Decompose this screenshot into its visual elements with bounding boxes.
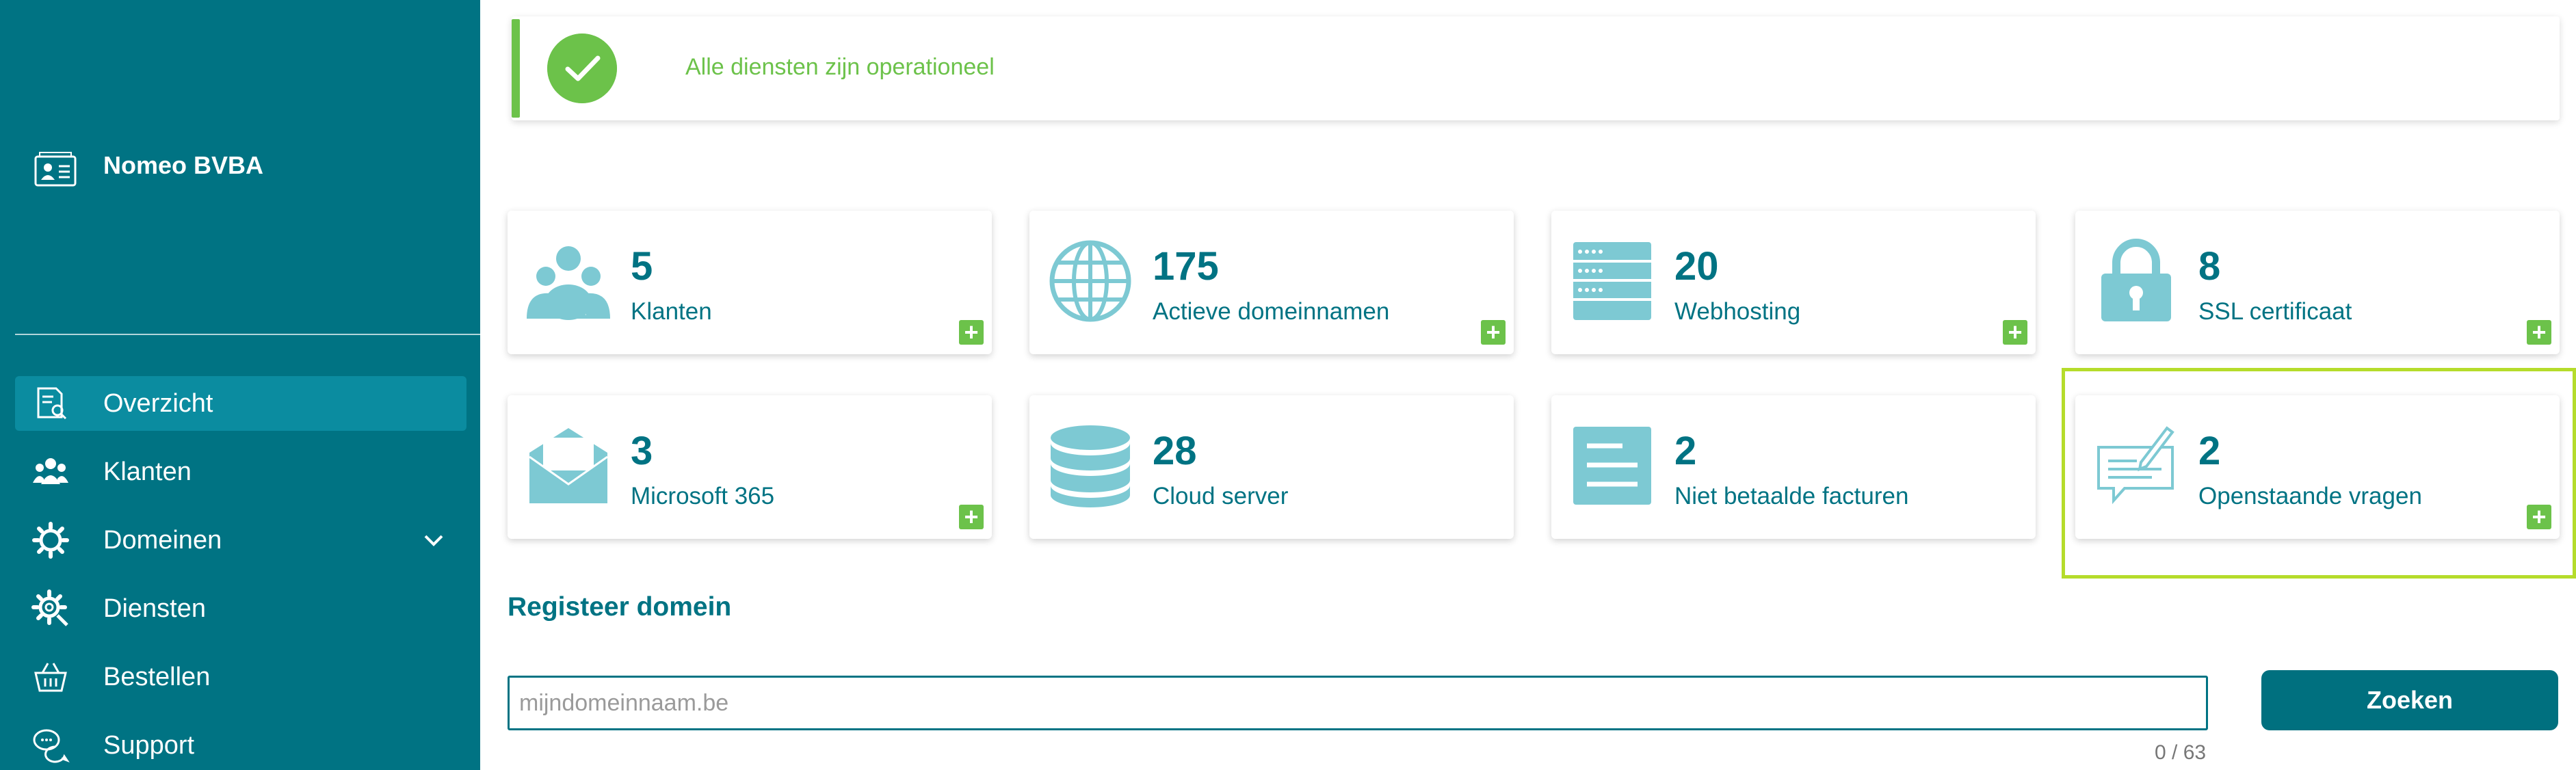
status-accent-bar — [512, 19, 520, 118]
sidebar-item-label: Diensten — [103, 594, 206, 623]
card-ssl[interactable]: 8 SSL certificaat + — [2075, 211, 2560, 354]
card-label: Microsoft 365 — [631, 483, 775, 509]
sidebar-item-label: Domeinen — [103, 525, 222, 555]
chat-bubbles-icon — [33, 729, 70, 763]
contact-card-icon — [34, 152, 77, 187]
register-domain-title: Registeer domein — [508, 592, 732, 622]
check-circle-icon — [547, 34, 617, 103]
sidebar-nav: Overzicht Klanten Domeinen Diensten Best… — [15, 376, 466, 770]
card-domeinnamen[interactable]: 175 Actieve domeinnamen + — [1029, 211, 1514, 354]
overview-document-icon — [37, 387, 67, 420]
card-label: Actieve domeinnamen — [1153, 298, 1390, 325]
users-icon — [33, 458, 68, 484]
basket-icon — [34, 663, 67, 692]
padlock-icon — [2101, 239, 2171, 321]
add-button[interactable]: + — [959, 320, 984, 345]
card-count: 175 — [1153, 244, 1219, 289]
card-niet-betaalde-facturen[interactable]: 2 Niet betaalde facturen — [1551, 395, 2036, 539]
sidebar-item-support[interactable]: Support — [15, 718, 466, 770]
card-label: Klanten — [631, 298, 712, 325]
server-rack-icon — [1573, 242, 1651, 320]
sidebar-item-klanten[interactable]: Klanten — [15, 444, 466, 499]
card-klanten[interactable]: 5 Klanten + — [508, 211, 992, 354]
sidebar-item-label: Bestellen — [103, 662, 211, 691]
card-label: Cloud server — [1153, 483, 1289, 509]
database-icon — [1051, 425, 1130, 507]
add-button[interactable]: + — [959, 505, 984, 529]
sidebar-item-domeinen[interactable]: Domeinen — [15, 513, 466, 568]
add-button[interactable]: + — [1481, 320, 1506, 345]
sidebar-divider — [15, 334, 480, 335]
sidebar-item-overzicht[interactable]: Overzicht — [15, 376, 466, 431]
card-count: 2 — [1674, 429, 1697, 473]
search-button[interactable]: Zoeken — [2261, 670, 2558, 730]
card-label: Webhosting — [1674, 298, 1801, 325]
status-banner: Alle diensten zijn operationeel — [512, 16, 2560, 120]
organization[interactable]: Nomeo BVBA — [33, 147, 263, 192]
add-button[interactable]: + — [2527, 320, 2551, 345]
globe-icon — [1049, 240, 1131, 322]
card-label: SSL certificaat — [2198, 298, 2352, 325]
app-root: Nomeo BVBA Overzicht Klanten Domeinen Di… — [0, 0, 2576, 770]
card-count: 28 — [1153, 429, 1197, 473]
card-count: 8 — [2198, 244, 2221, 289]
organization-name: Nomeo BVBA — [103, 151, 264, 179]
card-cloud-server[interactable]: 28 Cloud server — [1029, 395, 1514, 539]
card-count: 3 — [631, 429, 653, 473]
card-count: 20 — [1674, 244, 1719, 289]
highlight-frame — [2062, 368, 2576, 579]
card-label: Niet betaalde facturen — [1674, 483, 1909, 509]
gear-search-icon — [31, 589, 68, 626]
sidebar-item-label: Support — [103, 730, 195, 760]
invoice-lines-icon — [1573, 427, 1651, 505]
card-webhosting[interactable]: 20 Webhosting + — [1551, 211, 2036, 354]
sidebar-item-bestellen[interactable]: Bestellen — [15, 650, 466, 704]
character-counter: 0 / 63 — [2155, 741, 2207, 764]
status-message: Alle diensten zijn operationeel — [685, 54, 995, 80]
sidebar-item-diensten[interactable]: Diensten — [15, 581, 466, 636]
envelope-icon — [529, 428, 608, 503]
card-microsoft-365[interactable]: 3 Microsoft 365 + — [508, 395, 992, 539]
sidebar-item-label: Overzicht — [103, 388, 213, 418]
domain-search-input[interactable] — [508, 676, 2208, 730]
add-button[interactable]: + — [2003, 320, 2027, 345]
sidebar-item-label: Klanten — [103, 457, 192, 486]
chevron-down-icon[interactable] — [421, 528, 446, 553]
sidebar: Nomeo BVBA Overzicht Klanten Domeinen Di… — [0, 0, 480, 770]
gear-icon — [32, 522, 69, 559]
people-group-icon — [527, 246, 610, 320]
card-count: 5 — [631, 244, 653, 289]
